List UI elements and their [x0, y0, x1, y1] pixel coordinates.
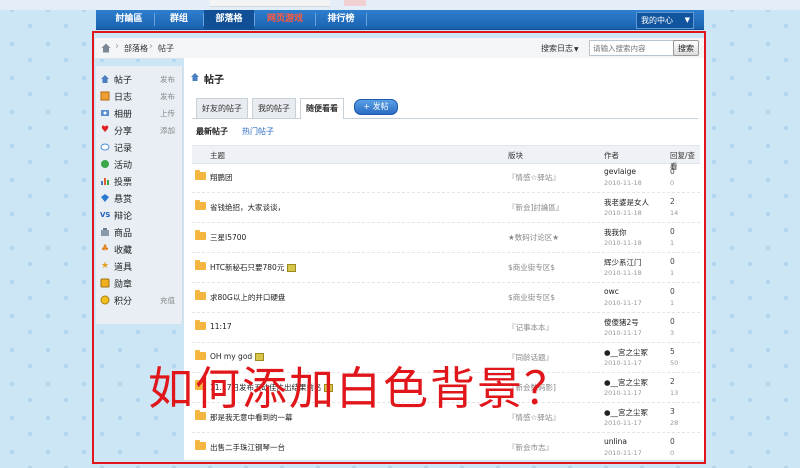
nav-rankings[interactable]: 排行榜	[316, 10, 366, 29]
nav-web-games[interactable]: 网页游戏	[255, 10, 315, 29]
main-nav: 討論區 群组 部落格 网页游戏 排行榜 我的中心 ▼	[96, 10, 704, 30]
banner-decoration	[210, 0, 330, 7]
user-center-label: 我的中心	[641, 16, 673, 25]
nav-separator	[366, 13, 367, 26]
chevron-down-icon: ▼	[684, 16, 690, 24]
banner-decoration	[344, 0, 366, 6]
nav-groups[interactable]: 群组	[155, 10, 203, 29]
nav-forum[interactable]: 討論區	[104, 10, 154, 29]
top-banner-strip	[0, 0, 800, 10]
nav-blog[interactable]: 部落格	[204, 10, 254, 29]
user-center-dropdown[interactable]: 我的中心 ▼	[636, 12, 694, 29]
overlay-question: 如何添加白色背景？	[148, 362, 572, 415]
